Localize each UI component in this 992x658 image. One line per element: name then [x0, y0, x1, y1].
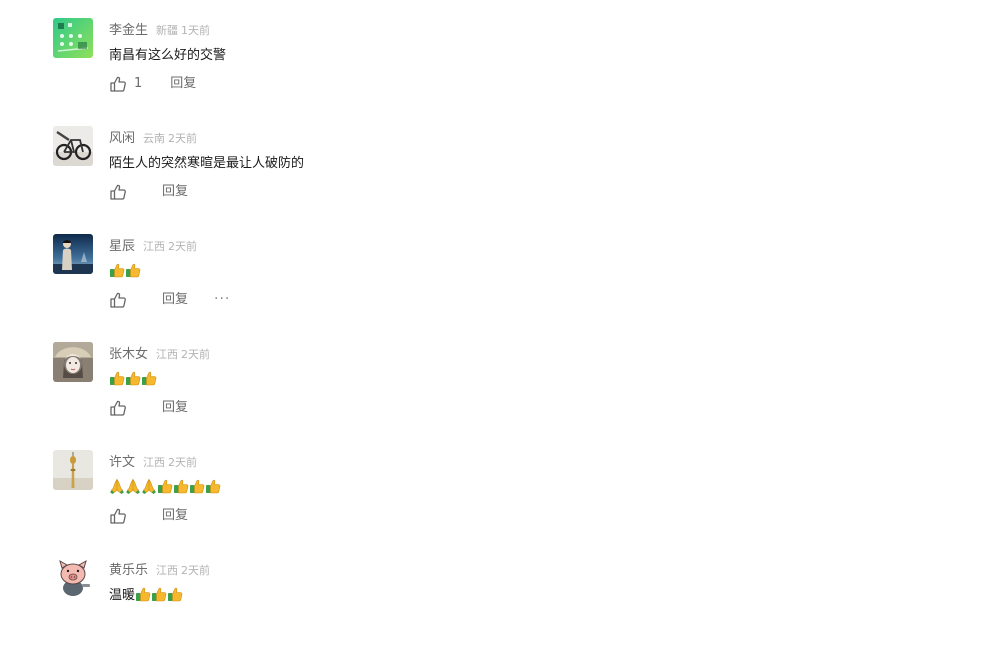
- comment-item: 黄乐乐 江西 2天前 温暖: [53, 558, 953, 658]
- thumbs-up-icon: [109, 183, 127, 201]
- comment-text: [109, 262, 141, 282]
- timestamp: 2天前: [181, 348, 211, 361]
- avatar[interactable]: [53, 234, 93, 274]
- comment-actions: 回复: [109, 182, 188, 202]
- person-at-sea-avatar-icon: [53, 234, 93, 274]
- thumbs-up-icon: [109, 75, 127, 93]
- comment-actions: 回复 ···: [109, 290, 230, 310]
- thumbs-up-emoji-icon: [141, 370, 157, 386]
- reply-button[interactable]: 回复: [162, 290, 188, 310]
- thumbs-up-icon: [109, 507, 127, 525]
- thumbs-up-emoji-icon: [167, 586, 183, 602]
- timestamp: 2天前: [181, 564, 211, 577]
- thumbs-up-emoji-icon: [125, 370, 141, 386]
- thumbs-up-emoji-icon: [157, 478, 173, 494]
- avatar[interactable]: [53, 18, 93, 58]
- reply-button[interactable]: 回复: [170, 74, 196, 94]
- comment-meta: 星辰 江西 2天前: [109, 235, 197, 255]
- like-button[interactable]: [109, 398, 134, 418]
- thumbs-up-emoji-icon: [189, 478, 205, 494]
- avatar[interactable]: [53, 126, 93, 166]
- comment-meta: 许文 江西 2天前: [109, 451, 197, 471]
- location: 江西: [143, 240, 166, 253]
- praying-hands-emoji-icon: [141, 478, 157, 494]
- comment-meta: 李金生 新疆 1天前: [109, 19, 210, 39]
- comment-item: 李金生 新疆 1天前 南昌有这么好的交警 1 回复: [53, 18, 953, 118]
- thumbs-up-icon: [109, 291, 127, 309]
- location: 江西: [156, 348, 179, 361]
- comment-text: 温暖: [109, 586, 183, 606]
- thumbs-up-emoji-icon: [151, 586, 167, 602]
- comment-text: [109, 370, 157, 390]
- bicycle-avatar-icon: [53, 126, 93, 166]
- comment-meta: 风闲 云南 2天前: [109, 127, 197, 147]
- like-count: 1: [134, 76, 143, 91]
- avatar[interactable]: [53, 342, 93, 382]
- thumbs-up-icon: [109, 399, 127, 417]
- comment-meta: 黄乐乐 江西 2天前: [109, 559, 210, 579]
- location: 江西: [143, 456, 166, 469]
- username[interactable]: 星辰: [109, 239, 135, 254]
- comment-text: [109, 478, 221, 498]
- username[interactable]: 许文: [109, 455, 135, 470]
- comment-item: 风闲 云南 2天前 陌生人的突然寒暄是最让人破防的 回复: [53, 126, 953, 226]
- reply-button[interactable]: 回复: [162, 398, 188, 418]
- reply-button[interactable]: 回复: [162, 182, 188, 202]
- location: 江西: [156, 564, 179, 577]
- comment-list: 李金生 新疆 1天前 南昌有这么好的交警 1 回复 风闲 云南 2天前 陌生人的突然寒暄…: [0, 0, 992, 613]
- comment-text: 陌生人的突然寒暄是最让人破防的: [109, 156, 305, 171]
- thumbs-up-emoji-icon: [109, 262, 125, 278]
- comment-meta: 张木女 江西 2天前: [109, 343, 210, 363]
- username[interactable]: 李金生: [109, 23, 148, 38]
- timestamp: 2天前: [168, 456, 198, 469]
- like-button[interactable]: [109, 182, 134, 202]
- timestamp: 2天前: [168, 132, 198, 145]
- location: 新疆: [156, 24, 179, 37]
- comment-item: 许文 江西 2天前 回复: [53, 450, 953, 550]
- praying-hands-emoji-icon: [109, 478, 125, 494]
- comment-actions: 1 回复: [109, 74, 196, 94]
- cartoon-pig-avatar-icon: [53, 558, 93, 598]
- green-pattern-avatar-icon: [53, 18, 93, 58]
- reply-button[interactable]: 回复: [162, 506, 188, 526]
- comment-item: 张木女 江西 2天前 回复: [53, 342, 953, 442]
- thumbs-up-emoji-icon: [135, 586, 151, 602]
- username[interactable]: 黄乐乐: [109, 563, 148, 578]
- comment-text-words: 温暖: [109, 588, 136, 603]
- comment-actions: 回复: [109, 506, 188, 526]
- comment-text: 南昌有这么好的交警: [109, 48, 227, 63]
- thumbs-up-emoji-icon: [173, 478, 189, 494]
- username[interactable]: 风闲: [109, 131, 135, 146]
- portrait-avatar-icon: [53, 342, 93, 382]
- thumbs-up-emoji-icon: [205, 478, 221, 494]
- praying-hands-emoji-icon: [125, 478, 141, 494]
- comment-actions: 回复: [109, 398, 188, 418]
- avatar[interactable]: [53, 450, 93, 490]
- thumbs-up-emoji-icon: [125, 262, 141, 278]
- like-button[interactable]: [109, 290, 134, 310]
- username[interactable]: 张木女: [109, 347, 148, 362]
- timestamp: 1天前: [181, 24, 211, 37]
- comment-item: 星辰 江西 2天前 回复 ···: [53, 234, 953, 334]
- like-button[interactable]: 1: [109, 74, 142, 94]
- more-options-button[interactable]: ···: [214, 290, 230, 308]
- like-button[interactable]: [109, 506, 134, 526]
- location: 云南: [143, 132, 166, 145]
- avatar[interactable]: [53, 558, 93, 598]
- thumbs-up-emoji-icon: [109, 370, 125, 386]
- timestamp: 2天前: [168, 240, 198, 253]
- tower-avatar-icon: [53, 450, 93, 490]
